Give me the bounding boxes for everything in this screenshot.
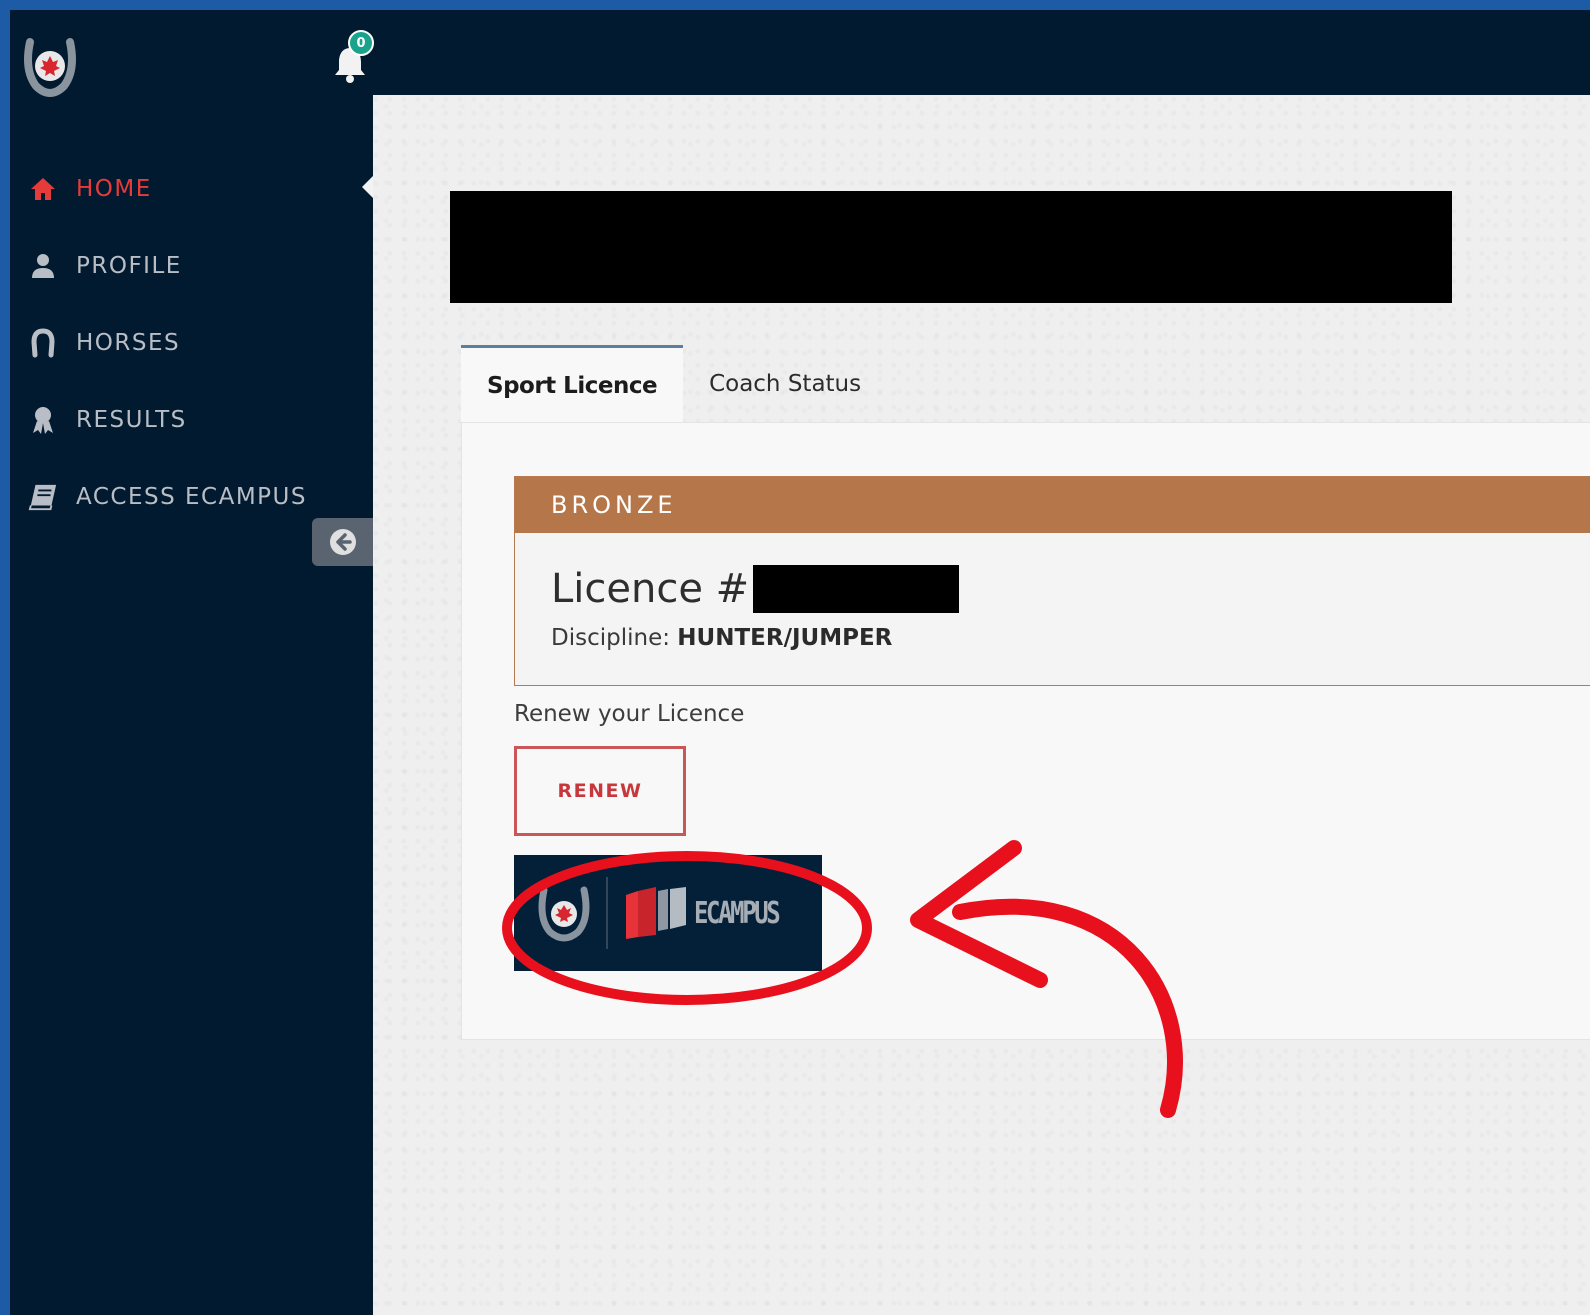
sidebar-nav: HOME PROFILE HORSES RESULTS ACCESS ECAMP… [10, 150, 373, 535]
sidebar-item-label: HOME [76, 175, 152, 202]
horseshoe-logo-icon [536, 882, 592, 944]
ecampus-divider [606, 877, 608, 949]
home-icon [28, 174, 58, 204]
redacted-banner [450, 191, 1452, 303]
licence-number-label: Licence # [551, 566, 750, 612]
horseshoe-logo-icon [24, 38, 76, 97]
renew-button[interactable]: RENEW [514, 746, 686, 836]
licence-tabs: Sport Licence Coach Status [461, 345, 887, 423]
user-icon [28, 251, 58, 281]
sidebar-item-label: ACCESS ECAMPUS [76, 483, 307, 510]
tab-sport-licence[interactable]: Sport Licence [461, 345, 684, 423]
ecampus-wordmark: ECAMPUS [694, 895, 781, 931]
sport-licence-panel: BRONZE Licence # Discipline: HUNTER/JUMP… [461, 422, 1590, 1040]
arrow-left-circle-icon [330, 529, 356, 555]
app-window: 0 HOME PROFILE HORSES RESULTS ACCESS ECA… [10, 10, 1590, 1315]
licence-card: BRONZE Licence # Discipline: HUNTER/JUMP… [514, 476, 1590, 686]
sidebar-item-label: PROFILE [76, 252, 182, 279]
book-icon [28, 482, 58, 512]
ecampus-button[interactable]: ECAMPUS [514, 855, 822, 971]
notifications-button[interactable]: 0 [332, 30, 374, 88]
horseshoe-icon [28, 327, 58, 358]
sidebar-item-label: RESULTS [76, 406, 187, 433]
discipline-value: HUNTER/JUMPER [677, 625, 893, 651]
redacted-licence-number [753, 565, 960, 613]
open-book-icon [624, 885, 688, 941]
tab-coach-status[interactable]: Coach Status [683, 345, 887, 423]
award-icon [28, 405, 58, 435]
notification-count-badge: 0 [348, 30, 374, 56]
sidebar-item-results[interactable]: RESULTS [10, 381, 372, 458]
sidebar-item-label: HORSES [76, 329, 181, 356]
discipline: Discipline: HUNTER/JUMPER [551, 625, 892, 651]
sidebar-item-home[interactable]: HOME [10, 150, 373, 227]
licence-number: Licence # [551, 565, 960, 613]
licence-level-header: BRONZE [515, 477, 1590, 533]
main-content: Sport Licence Coach Status BRONZE Licenc… [373, 95, 1590, 1315]
collapse-sidebar-button[interactable] [312, 518, 374, 566]
sidebar-item-horses[interactable]: HORSES [10, 304, 372, 381]
discipline-label: Discipline: [551, 625, 670, 651]
renew-prompt: Renew your Licence [514, 701, 745, 727]
equestrian-canada-logo[interactable] [22, 30, 78, 102]
sidebar-item-profile[interactable]: PROFILE [10, 227, 372, 304]
